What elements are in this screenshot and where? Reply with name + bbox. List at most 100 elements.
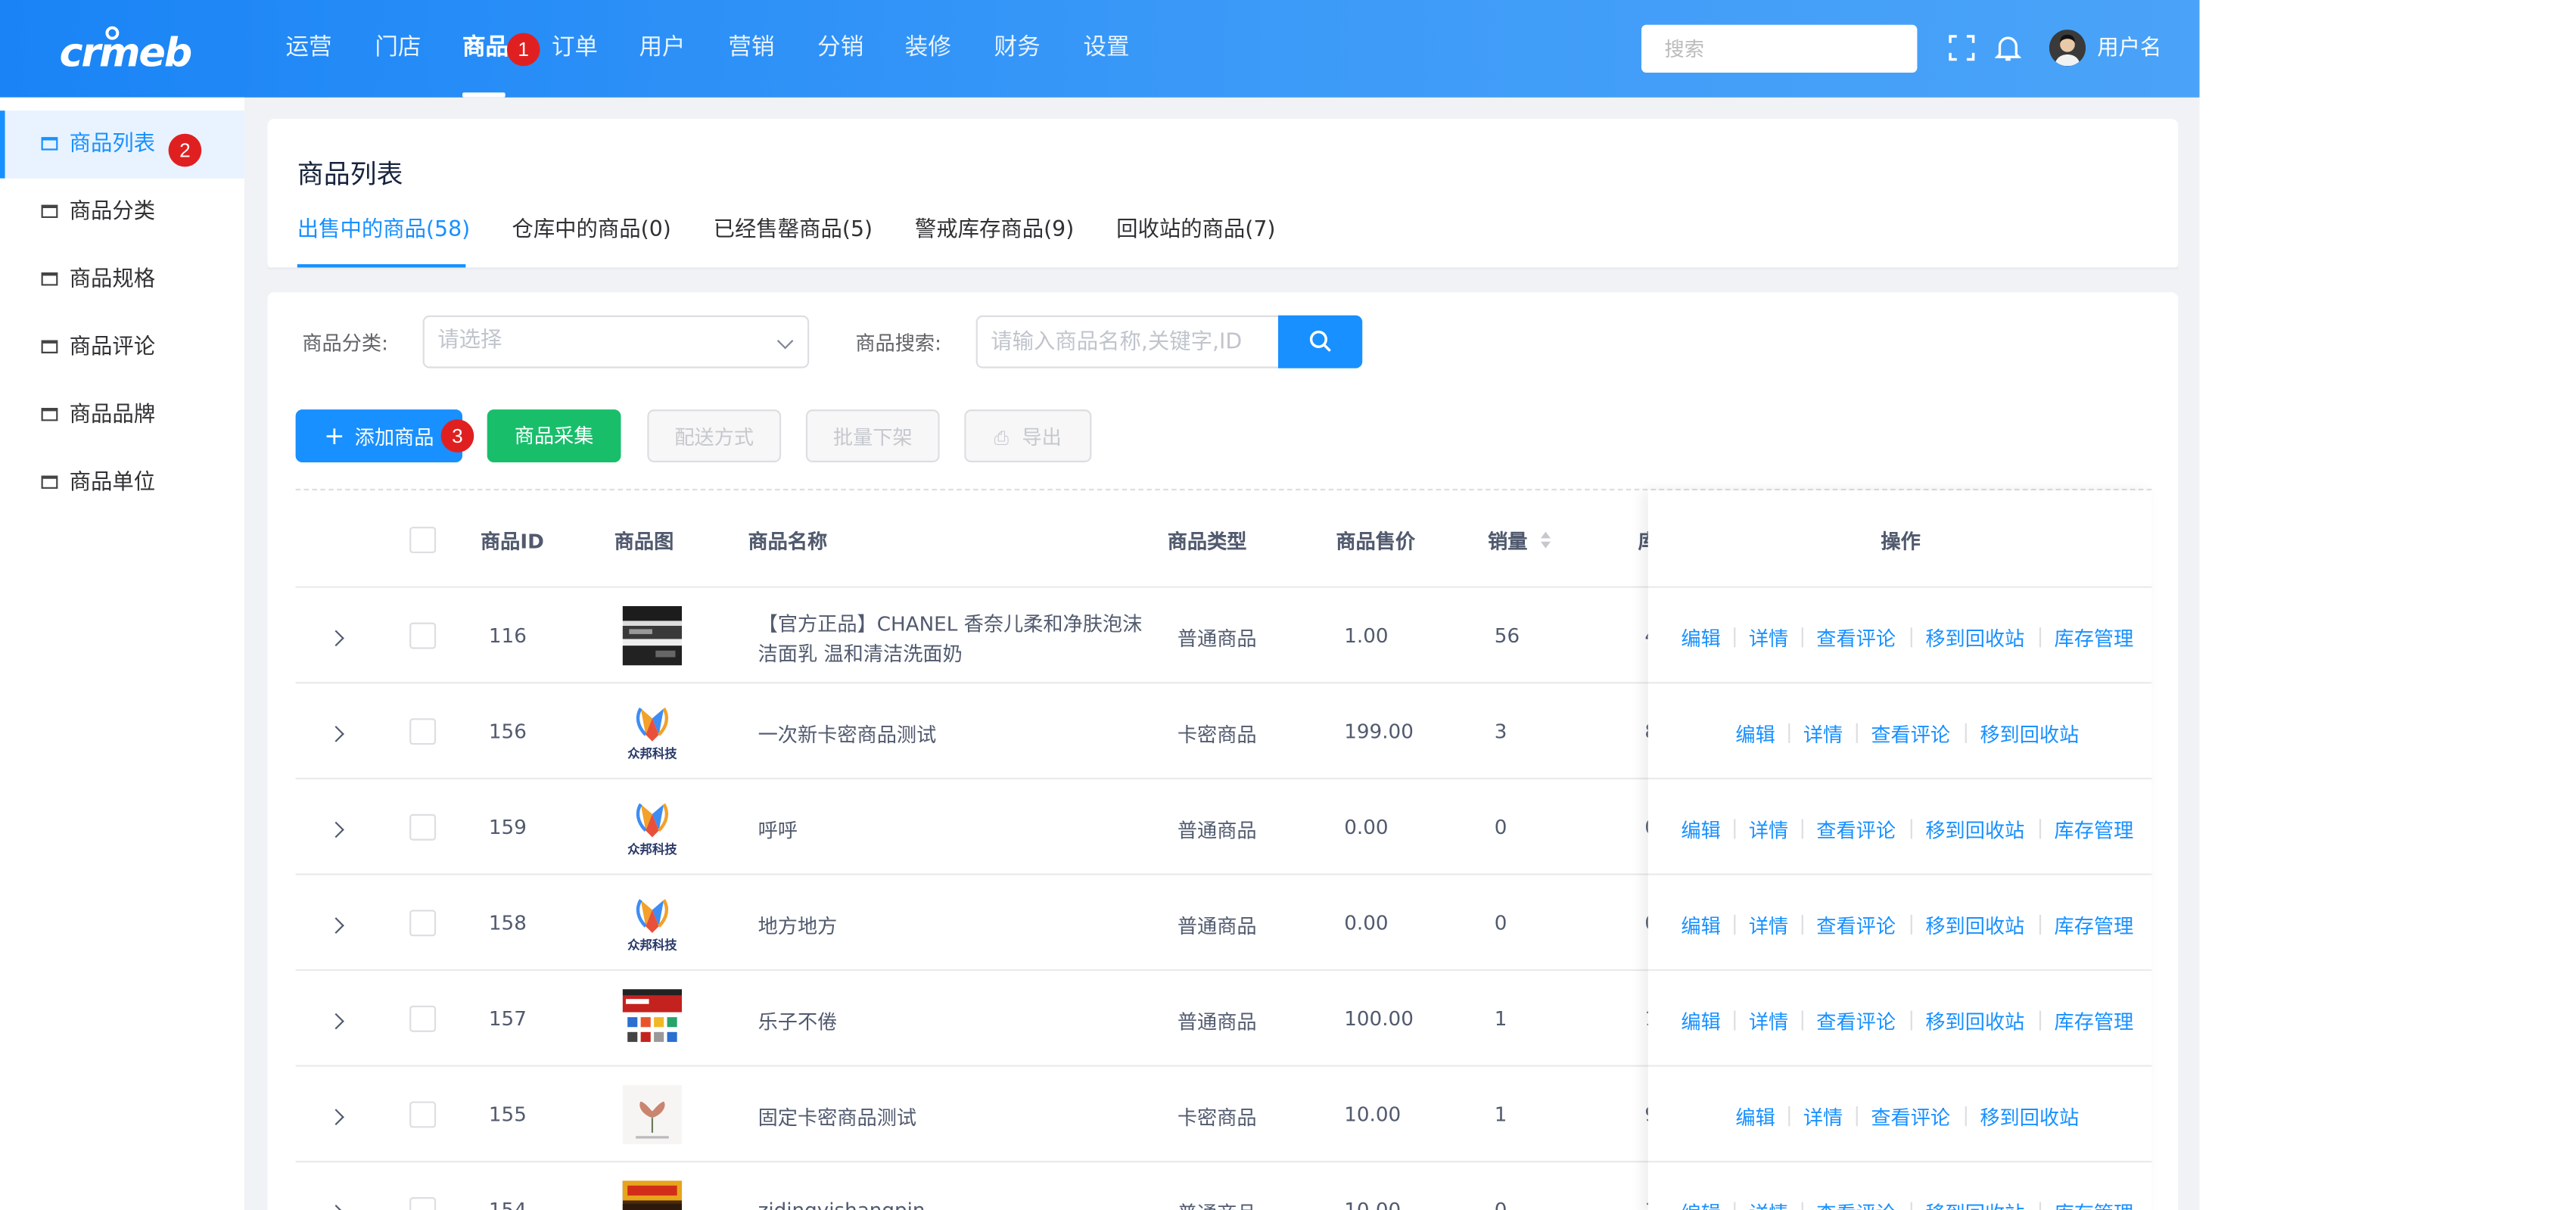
action-link[interactable]: 库存管理 <box>2055 624 2134 652</box>
row-checkbox[interactable] <box>409 1101 437 1128</box>
action-link[interactable]: 移到回收站 <box>1925 1007 2024 1035</box>
add-product-button[interactable]: + 添加商品 <box>295 409 462 462</box>
tab-2[interactable]: 已经售罄商品(5) <box>714 211 873 243</box>
search-button[interactable] <box>1277 315 1363 369</box>
product-name[interactable]: 乐子不倦 <box>758 1007 838 1035</box>
product-thumbnail[interactable] <box>622 989 683 1049</box>
action-link[interactable]: 编辑 <box>1735 1103 1775 1131</box>
action-link[interactable]: 编辑 <box>1681 1007 1720 1035</box>
action-link[interactable]: 详情 <box>1749 912 1788 940</box>
sidebar-item-2[interactable]: 商品规格 <box>0 246 244 313</box>
row-checkbox[interactable] <box>409 813 437 841</box>
expand-chevron-icon[interactable] <box>328 1012 344 1030</box>
action-link[interactable]: 移到回收站 <box>1925 912 2024 940</box>
sidebar-item-4[interactable]: 商品品牌 <box>0 381 244 449</box>
action-link[interactable]: 查看评论 <box>1816 816 1896 844</box>
nav-item-1[interactable]: 门店 <box>375 0 421 98</box>
sidebar-item-5[interactable]: 商品单位 <box>0 449 244 517</box>
username[interactable]: 用户名 <box>2097 0 2161 98</box>
nav-item-4[interactable]: 用户 <box>639 0 685 98</box>
nav-item-8[interactable]: 财务 <box>994 0 1041 98</box>
bell-icon[interactable] <box>1994 33 2021 63</box>
action-link[interactable]: 查看评论 <box>1816 1007 1896 1035</box>
header-search-input[interactable] <box>1641 24 1918 73</box>
product-thumbnail[interactable] <box>622 605 683 666</box>
product-name[interactable]: 呼呼 <box>758 816 798 844</box>
tab-1[interactable]: 仓库中的商品(0) <box>512 211 670 243</box>
row-checkbox[interactable] <box>409 718 437 745</box>
product-thumbnail[interactable]: 众邦科技 <box>623 701 683 761</box>
action-link[interactable]: 详情 <box>1749 1007 1788 1035</box>
avatar[interactable] <box>2049 30 2086 67</box>
action-link[interactable]: 移到回收站 <box>1925 1199 2024 1210</box>
action-link[interactable]: 库存管理 <box>2055 1007 2134 1035</box>
crmeb-logo[interactable]: crmeb <box>60 23 192 76</box>
expand-chevron-icon[interactable] <box>328 1204 344 1210</box>
action-link[interactable]: 库存管理 <box>2055 912 2134 940</box>
action-link[interactable]: 详情 <box>1749 1199 1788 1210</box>
product-name[interactable]: 固定卡密商品测试 <box>758 1103 917 1131</box>
product-name[interactable]: zidingyishangpin <box>758 1199 926 1210</box>
sidebar-item-1[interactable]: 商品分类 <box>0 179 244 246</box>
action-link[interactable]: 移到回收站 <box>1980 1103 2079 1131</box>
batch-off-shelf-button[interactable]: 批量下架 <box>805 409 940 462</box>
action-link[interactable]: 库存管理 <box>2055 816 2134 844</box>
product-name[interactable]: 【官方正品】CHANEL 香奈儿柔和净肤泡沫 <box>758 609 1143 637</box>
nav-item-2[interactable]: 商品 <box>462 0 509 98</box>
action-link[interactable]: 编辑 <box>1681 816 1720 844</box>
fullscreen-icon[interactable] <box>1949 33 1975 63</box>
action-link[interactable]: 查看评论 <box>1816 1199 1896 1210</box>
action-link[interactable]: 查看评论 <box>1816 912 1896 940</box>
action-link[interactable]: 移到回收站 <box>1925 816 2024 844</box>
action-link[interactable]: 查看评论 <box>1871 1103 1950 1131</box>
product-thumbnail[interactable] <box>622 1180 683 1210</box>
product-thumbnail[interactable]: 众邦科技 <box>623 798 683 857</box>
category-select[interactable]: 请选择 <box>422 315 810 369</box>
product-search-input[interactable] <box>975 315 1280 369</box>
product-price: 199.00 <box>1344 720 1414 743</box>
nav-item-7[interactable]: 装修 <box>905 0 951 98</box>
action-link[interactable]: 移到回收站 <box>1980 720 2079 748</box>
row-checkbox[interactable] <box>409 622 437 649</box>
action-link[interactable]: 编辑 <box>1681 1199 1720 1210</box>
nav-item-3[interactable]: 订单 <box>552 0 598 98</box>
select-all-checkbox[interactable] <box>409 527 437 554</box>
product-name-line2[interactable]: 洁面乳 温和清洁洗面奶 <box>758 639 963 667</box>
expand-chevron-icon[interactable] <box>328 630 344 647</box>
expand-chevron-icon[interactable] <box>328 917 344 934</box>
expand-chevron-icon[interactable] <box>328 726 344 742</box>
action-link[interactable]: 详情 <box>1749 624 1788 652</box>
action-link[interactable]: 编辑 <box>1681 912 1720 940</box>
row-checkbox[interactable] <box>409 1005 437 1032</box>
action-link[interactable]: 库存管理 <box>2055 1199 2134 1210</box>
nav-item-9[interactable]: 设置 <box>1083 0 1129 98</box>
tab-0[interactable]: 出售中的商品(58) <box>297 211 470 243</box>
nav-item-5[interactable]: 营销 <box>728 0 774 98</box>
row-checkbox[interactable] <box>409 910 437 937</box>
product-name[interactable]: 地方地方 <box>758 912 838 940</box>
action-link[interactable]: 编辑 <box>1681 624 1720 652</box>
expand-chevron-icon[interactable] <box>328 821 344 838</box>
action-link[interactable]: 移到回收站 <box>1925 624 2024 652</box>
collect-product-button[interactable]: 商品采集 <box>487 409 621 462</box>
action-link[interactable]: 查看评论 <box>1816 624 1896 652</box>
delivery-method-button[interactable]: 配送方式 <box>647 409 782 462</box>
nav-item-6[interactable]: 分销 <box>817 0 863 98</box>
tab-3[interactable]: 警戒库存商品(9) <box>915 211 1074 243</box>
sidebar-item-3[interactable]: 商品评论 <box>0 314 244 381</box>
tab-4[interactable]: 回收站的商品(7) <box>1116 211 1275 243</box>
action-link[interactable]: 查看评论 <box>1871 720 1950 748</box>
product-name[interactable]: 一次新卡密商品测试 <box>758 720 937 748</box>
action-link[interactable]: 详情 <box>1803 1103 1843 1131</box>
row-checkbox[interactable] <box>409 1197 437 1210</box>
nav-item-0[interactable]: 运营 <box>286 0 332 98</box>
action-link[interactable]: 详情 <box>1749 816 1788 844</box>
action-link[interactable]: 编辑 <box>1735 720 1775 748</box>
expand-chevron-icon[interactable] <box>328 1109 344 1125</box>
product-thumbnail[interactable] <box>622 1084 683 1145</box>
export-button[interactable]: ⎙ 导出 <box>964 409 1092 462</box>
sidebar-item-0[interactable]: 商品列表 <box>0 110 244 179</box>
sort-icon[interactable] <box>1539 530 1552 549</box>
action-link[interactable]: 详情 <box>1803 720 1843 748</box>
product-thumbnail[interactable]: 众邦科技 <box>623 894 683 953</box>
